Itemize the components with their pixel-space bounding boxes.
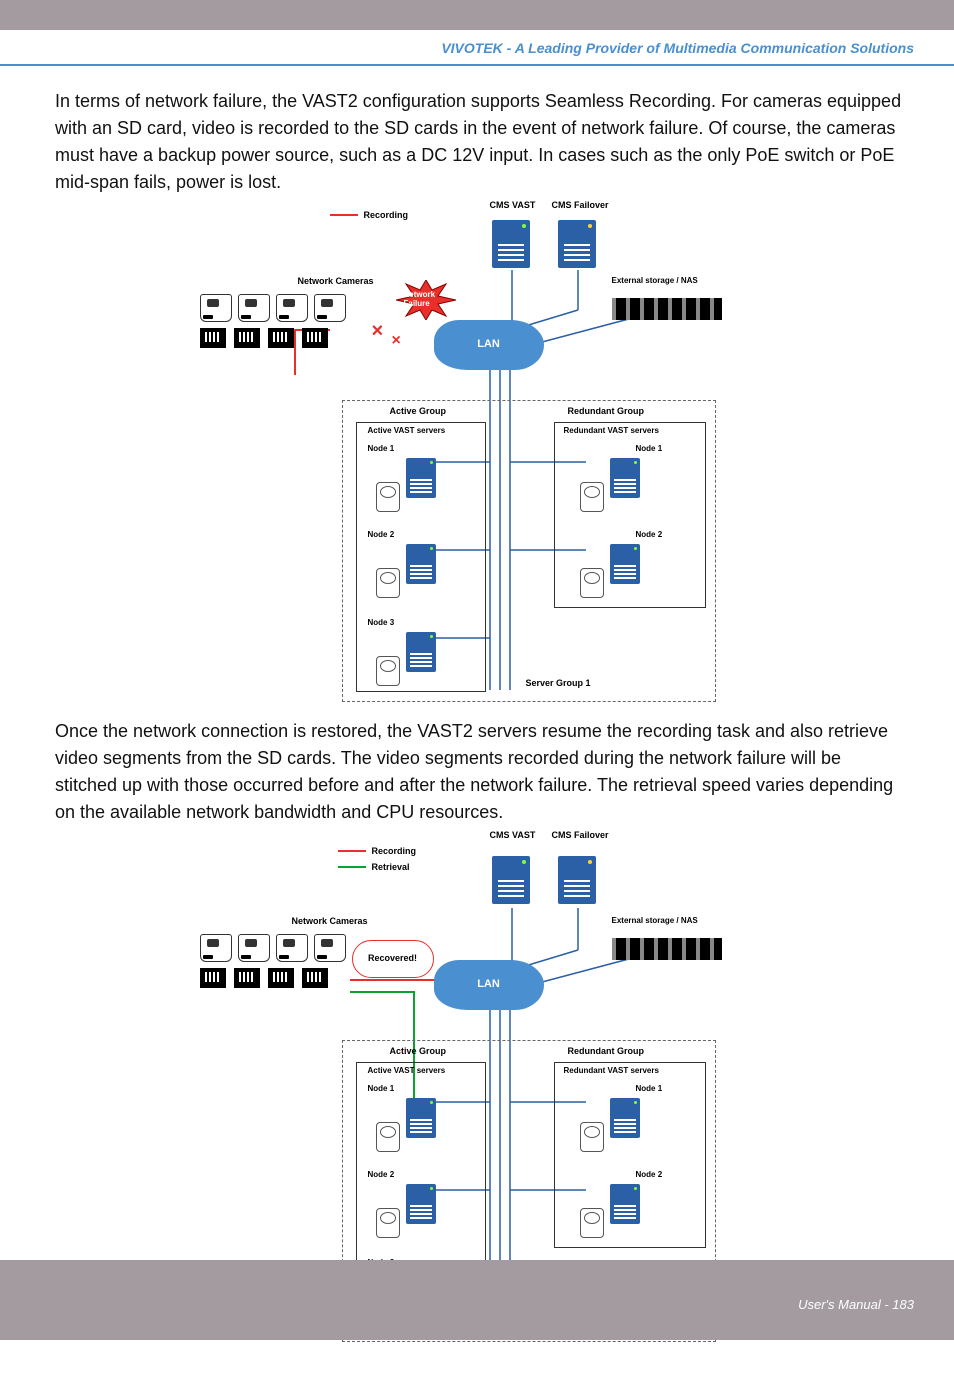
footer-band: User's Manual - 183 — [0, 1260, 954, 1340]
label-redundant-servers: Redundant VAST servers — [564, 1066, 659, 1075]
label-redundant-group: Redundant Group — [568, 406, 645, 416]
label-network-cameras: Network Cameras — [298, 276, 374, 286]
legend-recording: Recording — [372, 846, 417, 856]
lan-cloud-icon: LAN — [434, 320, 544, 370]
label-active-group: Active Group — [390, 1046, 447, 1056]
label-external-storage: External storage / NAS — [612, 916, 722, 925]
label-active-group: Active Group — [390, 406, 447, 416]
label-node2: Node 2 — [368, 530, 395, 539]
active-node-3-icon — [376, 632, 436, 686]
x-mark-icon: × — [372, 320, 384, 343]
label-node1: Node 1 — [636, 444, 663, 453]
label-node2: Node 2 — [636, 1170, 663, 1179]
label-active-servers: Active VAST servers — [368, 426, 446, 435]
label-cms-vast: CMS VAST — [490, 830, 536, 840]
label-node1: Node 1 — [368, 1084, 395, 1093]
label-cms-failover: CMS Failover — [552, 830, 609, 840]
camera-cluster — [200, 934, 370, 988]
label-cms-vast: CMS VAST — [490, 200, 536, 210]
label-redundant-servers: Redundant VAST servers — [564, 426, 659, 435]
label-network-cameras: Network Cameras — [292, 916, 368, 926]
label-redundant-group: Redundant Group — [568, 1046, 645, 1056]
footer-page-info: User's Manual - 183 — [798, 1297, 914, 1312]
active-node-2-icon — [376, 1184, 436, 1238]
cms-failover-server-icon — [558, 220, 596, 268]
nas-icon — [612, 298, 722, 320]
paragraph-1: In terms of network failure, the VAST2 c… — [55, 88, 904, 196]
diagram-network-failure: CMS VAST CMS Failover Recording Network … — [200, 200, 760, 710]
header-rule: VIVOTEK - A Leading Provider of Multimed… — [0, 40, 954, 66]
active-node-1-icon — [376, 1098, 436, 1152]
label-node1: Node 1 — [636, 1084, 663, 1093]
header-tagline: VIVOTEK - A Leading Provider of Multimed… — [441, 40, 914, 56]
legend-retrieval: Retrieval — [372, 862, 410, 872]
top-margin-band — [0, 0, 954, 30]
label-node2: Node 2 — [368, 1170, 395, 1179]
camera-cluster — [200, 294, 370, 348]
cms-failover-server-icon — [558, 856, 596, 904]
lan-cloud-icon: LAN — [434, 960, 544, 1010]
label-network-failure: Network Failure — [404, 290, 456, 308]
label-node1: Node 1 — [368, 444, 395, 453]
network-failure-burst-icon: Network Failure — [396, 280, 456, 320]
legend-recording-line — [330, 214, 358, 216]
redundant-node-1-icon — [580, 458, 640, 512]
label-server-group: Server Group 1 — [526, 678, 591, 688]
label-node3: Node 3 — [368, 618, 395, 627]
active-node-1-icon — [376, 458, 436, 512]
active-node-2-icon — [376, 544, 436, 598]
cms-vast-server-icon — [492, 856, 530, 904]
legend-recording-line — [338, 850, 366, 852]
label-active-servers: Active VAST servers — [368, 1066, 446, 1075]
legend-retrieval-line — [338, 866, 366, 868]
legend-recording: Recording — [364, 210, 409, 220]
label-external-storage: External storage / NAS — [612, 276, 722, 285]
paragraph-2: Once the network connection is restored,… — [55, 718, 904, 826]
label-node2: Node 2 — [636, 530, 663, 539]
nas-icon — [612, 938, 722, 960]
cms-vast-server-icon — [492, 220, 530, 268]
label-cms-failover: CMS Failover — [552, 200, 609, 210]
redundant-node-1-icon — [580, 1098, 640, 1152]
x-mark-icon: × — [392, 332, 401, 350]
redundant-node-2-icon — [580, 544, 640, 598]
recovered-callout: Recovered! — [352, 940, 434, 978]
redundant-node-2-icon — [580, 1184, 640, 1238]
